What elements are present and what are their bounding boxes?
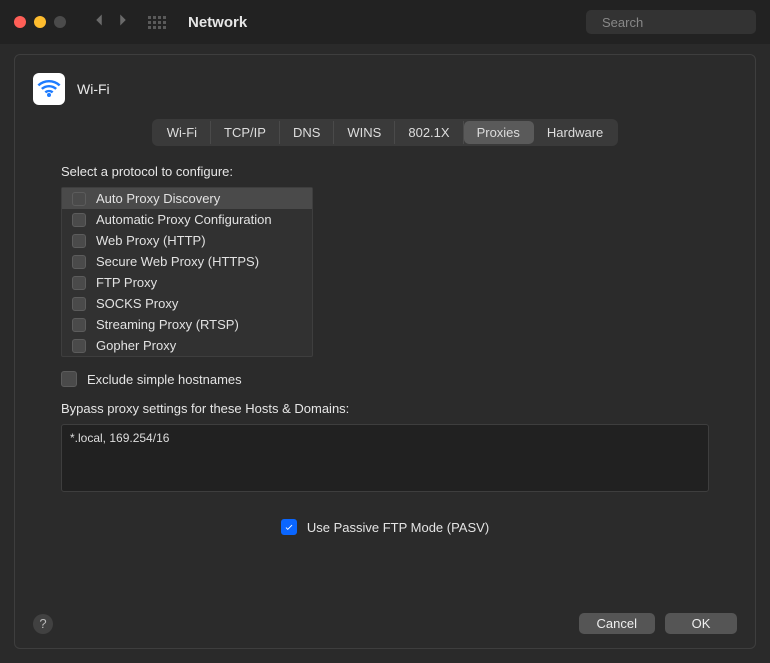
settings-sheet: Wi-Fi Wi-FiTCP/IPDNSWINS802.1XProxiesHar…	[14, 54, 756, 649]
forward-button[interactable]	[112, 9, 134, 36]
passive-ftp-checkbox[interactable]: Use Passive FTP Mode (PASV)	[281, 519, 489, 535]
sheet-footer: ? Cancel OK	[33, 603, 737, 634]
checkbox-icon[interactable]	[72, 276, 86, 290]
protocol-label: Auto Proxy Discovery	[96, 191, 220, 206]
nav-arrows	[88, 9, 134, 36]
window-title: Network	[188, 14, 247, 31]
checkbox-icon[interactable]	[72, 255, 86, 269]
proxies-pane: Select a protocol to configure: Auto Pro…	[33, 164, 737, 603]
protocol-list[interactable]: Auto Proxy Discovery Automatic Proxy Conf…	[61, 187, 313, 357]
protocol-label: SOCKS Proxy	[96, 296, 178, 311]
tab-tcp-ip[interactable]: TCP/IP	[211, 121, 280, 144]
tab-802-1x[interactable]: 802.1X	[395, 121, 463, 144]
ok-button[interactable]: OK	[665, 613, 737, 634]
protocol-row[interactable]: Web Proxy (HTTP)	[62, 230, 312, 251]
protocol-row[interactable]: Streaming Proxy (RTSP)	[62, 314, 312, 335]
protocol-row[interactable]: Automatic Proxy Configuration	[62, 209, 312, 230]
protocol-row[interactable]: Auto Proxy Discovery	[62, 188, 312, 209]
select-protocol-label: Select a protocol to configure:	[61, 164, 709, 179]
checkbox-icon[interactable]	[72, 297, 86, 311]
service-name: Wi-Fi	[77, 81, 110, 97]
checkbox-icon[interactable]	[72, 339, 86, 353]
tab-wi-fi[interactable]: Wi-Fi	[154, 121, 211, 144]
wifi-icon	[33, 73, 65, 105]
checkbox-icon	[281, 519, 297, 535]
protocol-label: Gopher Proxy	[96, 338, 176, 353]
tab-wins[interactable]: WINS	[334, 121, 395, 144]
cancel-button[interactable]: Cancel	[579, 613, 655, 634]
tab-hardware[interactable]: Hardware	[534, 121, 616, 144]
service-header: Wi-Fi	[33, 73, 737, 105]
exclude-simple-hostnames-checkbox[interactable]: Exclude simple hostnames	[61, 371, 709, 387]
search-field[interactable]	[586, 10, 756, 34]
tab-dns[interactable]: DNS	[280, 121, 334, 144]
help-button[interactable]: ?	[33, 614, 53, 634]
bypass-label: Bypass proxy settings for these Hosts & …	[61, 401, 709, 416]
protocol-row[interactable]: Gopher Proxy	[62, 335, 312, 356]
network-preferences-window: Network Wi-Fi Wi-FiTCP/IPDNSWINS802.1XPr…	[0, 0, 770, 663]
exclude-simple-hostnames-label: Exclude simple hostnames	[87, 372, 242, 387]
tab-proxies[interactable]: Proxies	[464, 121, 534, 144]
protocol-label: Automatic Proxy Configuration	[96, 212, 272, 227]
checkbox-icon[interactable]	[72, 234, 86, 248]
checkbox-icon[interactable]	[72, 213, 86, 227]
checkbox-icon[interactable]	[72, 192, 86, 206]
protocol-label: Secure Web Proxy (HTTPS)	[96, 254, 259, 269]
tab-bar: Wi-FiTCP/IPDNSWINS802.1XProxiesHardware	[33, 119, 737, 146]
protocol-label: Streaming Proxy (RTSP)	[96, 317, 239, 332]
passive-ftp-label: Use Passive FTP Mode (PASV)	[307, 520, 489, 535]
bypass-hosts-textarea[interactable]	[61, 424, 709, 492]
protocol-row[interactable]: Secure Web Proxy (HTTPS)	[62, 251, 312, 272]
protocol-row[interactable]: SOCKS Proxy	[62, 293, 312, 314]
checkbox-icon[interactable]	[72, 318, 86, 332]
zoom-window-button[interactable]	[54, 16, 66, 28]
minimize-window-button[interactable]	[34, 16, 46, 28]
titlebar: Network	[0, 0, 770, 44]
back-button[interactable]	[88, 9, 110, 36]
protocol-label: Web Proxy (HTTP)	[96, 233, 206, 248]
show-all-icon[interactable]	[148, 16, 166, 29]
checkbox-icon	[61, 371, 77, 387]
search-input[interactable]	[602, 15, 770, 30]
protocol-row[interactable]: FTP Proxy	[62, 272, 312, 293]
close-window-button[interactable]	[14, 16, 26, 28]
window-controls	[14, 16, 66, 28]
protocol-label: FTP Proxy	[96, 275, 157, 290]
